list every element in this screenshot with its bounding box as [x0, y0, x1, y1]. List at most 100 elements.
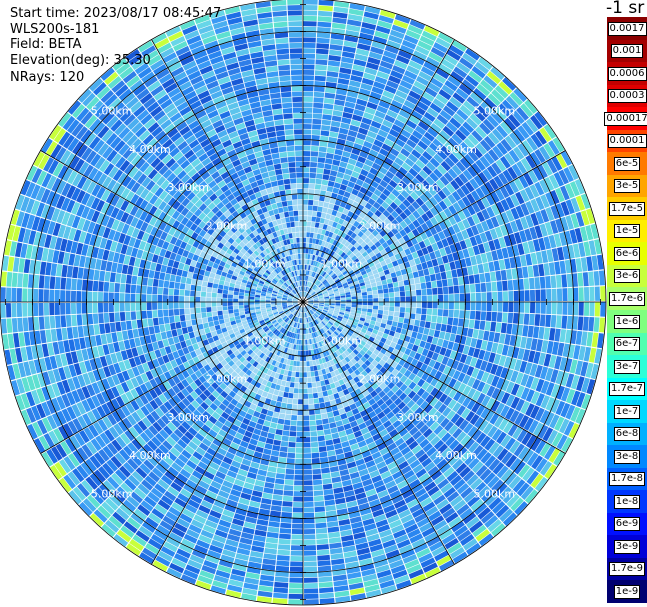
ray-gate: [483, 330, 490, 341]
ray-gate: [372, 305, 379, 310]
ray-gate: [500, 269, 507, 281]
ray-gate: [310, 436, 318, 442]
ray-gate: [454, 293, 460, 302]
ray-gate: [275, 473, 285, 480]
ray-gate: [267, 432, 275, 440]
ray-gate: [152, 294, 158, 302]
ray-gate: [448, 302, 454, 310]
ray-gate: [333, 182, 341, 189]
ray-gate: [589, 286, 595, 301]
ray-gate: [318, 440, 326, 447]
ray-gate: [317, 565, 332, 572]
ray-gate: [160, 331, 168, 340]
ray-gate: [282, 397, 288, 404]
ray-gate: [306, 361, 310, 367]
ray-gate: [444, 262, 451, 272]
ray-gate: [163, 316, 170, 324]
ray-gate: [582, 316, 589, 331]
ray-gate: [311, 382, 317, 388]
ray-gate: [332, 481, 343, 489]
ray-gate: [238, 308, 245, 313]
ray-gate: [290, 550, 303, 556]
ray-gate: [361, 291, 368, 296]
ray-gate: [310, 145, 319, 152]
ray-gate: [588, 317, 595, 332]
ray-gate: [335, 303, 341, 306]
ray-gate: [351, 307, 357, 311]
ray-gate: [152, 310, 158, 318]
ray-gate: [277, 549, 290, 556]
ray-gate: [283, 424, 290, 431]
ray-gate: [291, 415, 298, 421]
ray-gate: [474, 320, 481, 330]
ray-gate: [324, 92, 336, 99]
ray-gate: [446, 324, 453, 333]
ray-gate: [238, 305, 244, 309]
ray-gate: [470, 302, 476, 311]
ray-gate: [457, 276, 464, 286]
ray-gate: [146, 294, 152, 302]
ray-gate: [61, 327, 68, 341]
ray-gate: [190, 308, 196, 314]
ray-gate: [92, 291, 98, 302]
ray-gate: [274, 434, 282, 441]
ray-gate: [378, 293, 384, 298]
ray-gate: [481, 292, 487, 302]
ray-gate: [331, 22, 346, 30]
ray-gate: [311, 452, 320, 459]
ray-gate: [326, 147, 335, 154]
ray-gate: [543, 327, 550, 340]
ray-gate: [492, 302, 498, 312]
ray-gate: [539, 314, 546, 327]
ray-gate: [109, 312, 115, 323]
ray-gate: [507, 312, 514, 324]
ray-gate: [223, 314, 229, 319]
ray-gate: [480, 311, 487, 321]
ray-gate: [382, 314, 388, 320]
ray-gate: [181, 327, 189, 335]
ray-gate: [296, 420, 303, 426]
ray-gate: [330, 553, 344, 560]
ray-gate: [148, 326, 155, 335]
ray-gate: [395, 270, 402, 277]
ray-gate: [23, 331, 31, 346]
ray-gate: [329, 170, 338, 177]
ray-gate: [216, 297, 222, 302]
ray-gate: [577, 272, 584, 287]
ray-gate: [309, 420, 316, 426]
ray-gate: [303, 15, 317, 21]
ray-gate: [383, 293, 389, 298]
ray-gate: [287, 398, 293, 404]
ray-gate: [11, 318, 18, 333]
ray-gate: [303, 243, 306, 248]
ray-gate: [290, 561, 303, 567]
ray-gate: [124, 302, 131, 312]
ray-gate: [276, 555, 290, 561]
ray-gate: [399, 307, 406, 313]
ray-gate: [277, 544, 291, 551]
ray-gate: [317, 162, 325, 169]
ray-gate: [130, 302, 136, 312]
ray-gate: [326, 521, 339, 528]
ray-gate: [327, 65, 340, 73]
ray-gate: [97, 292, 104, 302]
ray-gate: [276, 560, 290, 567]
ray-gate: [254, 304, 260, 308]
ray-gate: [415, 283, 421, 290]
ray-gate: [157, 302, 163, 310]
ray-gate: [120, 321, 127, 331]
ray-gate: [288, 365, 293, 371]
ray-gate: [393, 311, 400, 317]
ray-gate: [265, 303, 271, 306]
ray-gate: [276, 423, 284, 430]
ray-gate: [315, 528, 328, 534]
ray-gate: [303, 123, 312, 130]
ray-gate: [318, 576, 333, 583]
ray-gate: [276, 396, 283, 403]
ray-gate: [328, 394, 335, 401]
ray-gate: [529, 277, 535, 290]
ray-gate: [496, 312, 503, 323]
ray-gate: [522, 266, 529, 279]
ray-gate: [312, 392, 319, 399]
ray-gate: [419, 320, 426, 328]
